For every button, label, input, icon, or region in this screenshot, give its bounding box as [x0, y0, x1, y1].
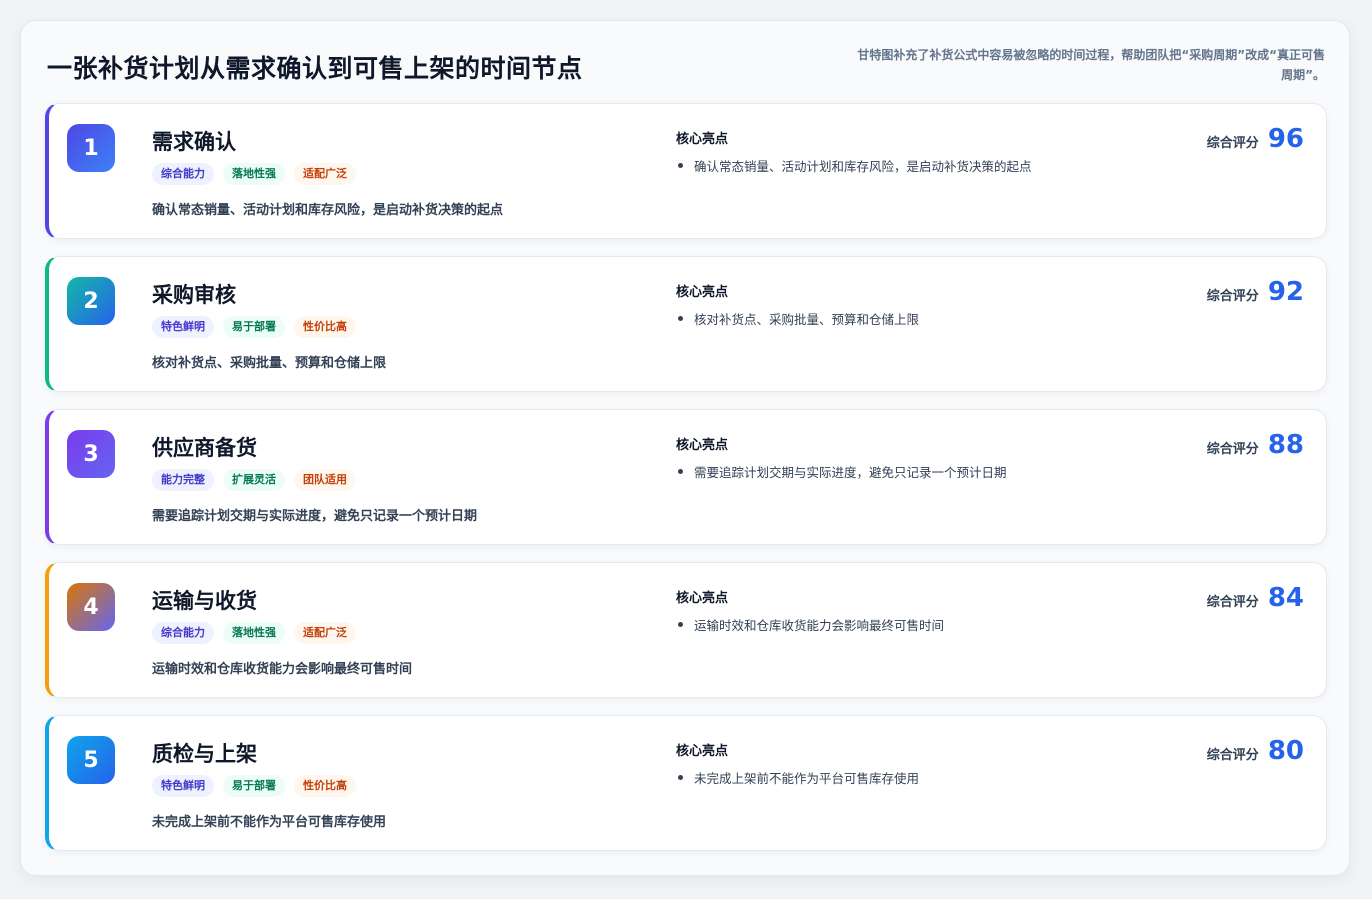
stage-description: 需要追踪计划交期与实际进度，避免只记录一个预计日期	[152, 509, 478, 524]
score-value: 84	[1267, 583, 1304, 613]
highlights-list: 需要追踪计划交期与实际进度，避免只记录一个预计日期	[676, 462, 1007, 481]
stage-name: 需求确认	[152, 130, 236, 154]
stage-tag: 易于部署	[223, 316, 285, 338]
score-label: 综合评分	[1206, 748, 1259, 763]
stage-card: 1 需求确认 综合能力 落地性强 适配广泛 确认常态销量、活动计划和库存风险，是…	[45, 103, 1327, 239]
highlight-item: 未完成上架前不能作为平台可售库存使用	[676, 768, 919, 787]
stage-tag: 易于部署	[223, 775, 285, 797]
score-value: 88	[1267, 430, 1304, 460]
stage-tags: 能力完整 扩展灵活 团队适用	[152, 469, 356, 491]
stage-description: 未完成上架前不能作为平台可售库存使用	[152, 815, 387, 830]
highlight-item: 确认常态销量、活动计划和库存风险，是启动补货决策的起点	[676, 156, 1032, 175]
stage-number-badge: 4	[67, 583, 115, 631]
stage-list: 1 需求确认 综合能力 落地性强 适配广泛 确认常态销量、活动计划和库存风险，是…	[45, 103, 1327, 868]
stage-card: 4 运输与收货 综合能力 落地性强 适配广泛 运输时效和仓库收货能力会影响最终可…	[45, 562, 1327, 698]
score-value: 80	[1267, 736, 1304, 766]
score-value: 96	[1267, 124, 1304, 154]
stage-number-badge: 3	[67, 430, 115, 478]
highlight-item: 运输时效和仓库收货能力会影响最终可售时间	[676, 615, 944, 634]
highlight-item: 需要追踪计划交期与实际进度，避免只记录一个预计日期	[676, 462, 1007, 481]
score-block: 综合评分 84	[1207, 583, 1304, 613]
stage-tag: 团队适用	[294, 469, 356, 491]
score-label: 综合评分	[1206, 442, 1259, 457]
highlights-heading: 核心亮点	[676, 438, 729, 453]
score-label: 综合评分	[1206, 595, 1259, 610]
highlights-heading: 核心亮点	[676, 591, 729, 606]
stage-card: 2 采购审核 特色鲜明 易于部署 性价比高 核对补货点、采购批量、预算和仓储上限…	[45, 256, 1327, 392]
score-value: 92	[1267, 277, 1304, 307]
score-label: 综合评分	[1206, 289, 1259, 304]
stage-card: 5 质检与上架 特色鲜明 易于部署 性价比高 未完成上架前不能作为平台可售库存使…	[45, 715, 1327, 851]
stage-tag: 落地性强	[223, 163, 285, 185]
stage-tag: 扩展灵活	[223, 469, 285, 491]
highlights-list: 核对补货点、采购批量、预算和仓储上限	[676, 309, 919, 328]
stage-tag: 综合能力	[152, 622, 214, 644]
stage-tag: 能力完整	[152, 469, 214, 491]
stage-description: 运输时效和仓库收货能力会影响最终可售时间	[152, 662, 413, 677]
highlights-list: 确认常态销量、活动计划和库存风险，是启动补货决策的起点	[676, 156, 1032, 175]
stage-tag: 特色鲜明	[152, 775, 214, 797]
score-block: 综合评分 92	[1207, 277, 1304, 307]
stage-tag: 综合能力	[152, 163, 214, 185]
timeline-panel: 一张补货计划从需求确认到可售上架的时间节点 甘特图补充了补货公式中容易被忽略的时…	[20, 20, 1350, 876]
highlights-heading: 核心亮点	[676, 744, 729, 759]
score-block: 综合评分 80	[1207, 736, 1304, 766]
stage-tag: 落地性强	[223, 622, 285, 644]
stage-tag: 性价比高	[294, 775, 356, 797]
stage-number-badge: 2	[67, 277, 115, 325]
stage-description: 确认常态销量、活动计划和库存风险，是启动补货决策的起点	[152, 203, 504, 218]
stage-tag: 特色鲜明	[152, 316, 214, 338]
stage-card: 3 供应商备货 能力完整 扩展灵活 团队适用 需要追踪计划交期与实际进度，避免只…	[45, 409, 1327, 545]
score-label: 综合评分	[1206, 136, 1259, 151]
highlight-item: 核对补货点、采购批量、预算和仓储上限	[676, 309, 919, 328]
score-block: 综合评分 88	[1207, 430, 1304, 460]
stage-name: 质检与上架	[152, 742, 257, 766]
stage-name: 采购审核	[152, 283, 236, 307]
stage-name: 供应商备货	[152, 436, 257, 460]
stage-tags: 特色鲜明 易于部署 性价比高	[152, 316, 356, 338]
stage-number-badge: 5	[67, 736, 115, 784]
stage-description: 核对补货点、采购批量、预算和仓储上限	[152, 356, 387, 371]
stage-tag: 性价比高	[294, 316, 356, 338]
page-subtitle: 甘特图补充了补货公式中容易被忽略的时间过程，帮助团队把“采购周期”改成“真正可售…	[857, 48, 1325, 82]
stage-tags: 特色鲜明 易于部署 性价比高	[152, 775, 356, 797]
stage-tag: 适配广泛	[294, 622, 356, 644]
highlights-list: 未完成上架前不能作为平台可售库存使用	[676, 768, 919, 787]
highlights-list: 运输时效和仓库收货能力会影响最终可售时间	[676, 615, 944, 634]
highlights-heading: 核心亮点	[676, 285, 729, 300]
stage-tags: 综合能力 落地性强 适配广泛	[152, 622, 356, 644]
stage-tags: 综合能力 落地性强 适配广泛	[152, 163, 356, 185]
page-title: 一张补货计划从需求确认到可售上架的时间节点	[47, 54, 583, 83]
stage-name: 运输与收货	[152, 589, 257, 613]
score-block: 综合评分 96	[1207, 124, 1304, 154]
stage-tag: 适配广泛	[294, 163, 356, 185]
stage-number-badge: 1	[67, 124, 115, 172]
highlights-heading: 核心亮点	[676, 132, 729, 147]
